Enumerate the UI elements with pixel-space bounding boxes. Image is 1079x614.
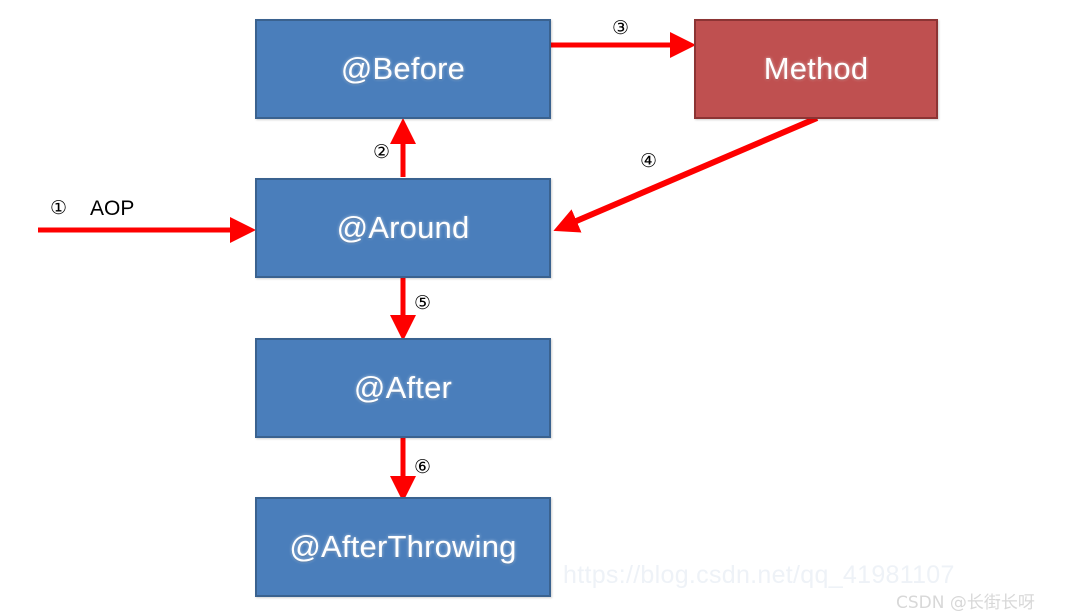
node-after[interactable]: @After bbox=[255, 338, 551, 438]
entry-label-aop: AOP bbox=[90, 197, 135, 220]
node-around-label: @Around bbox=[336, 210, 470, 245]
node-method[interactable]: Method bbox=[694, 19, 938, 119]
node-after-throwing[interactable]: @AfterThrowing bbox=[255, 497, 551, 597]
watermark-url: https://blog.csdn.net/qq_41981107 bbox=[563, 561, 955, 589]
edge-4-method-to-around bbox=[553, 115, 819, 233]
step-marker-2: ② bbox=[373, 141, 391, 163]
node-before-label: @Before bbox=[340, 51, 466, 86]
step-marker-5: ⑤ bbox=[414, 292, 432, 314]
node-after-throwing-label: @AfterThrowing bbox=[289, 529, 517, 564]
node-method-label: Method bbox=[763, 51, 869, 86]
node-around[interactable]: @Around bbox=[255, 178, 551, 278]
step-marker-4: ④ bbox=[640, 150, 658, 172]
node-before[interactable]: @Before bbox=[255, 19, 551, 119]
node-after-label: @After bbox=[353, 370, 453, 405]
step-marker-3: ③ bbox=[612, 17, 630, 39]
step-marker-1: ① bbox=[50, 197, 68, 219]
diagram-canvas: @Before Method @Around @After @AfterThro… bbox=[0, 0, 1079, 614]
step-marker-6: ⑥ bbox=[414, 456, 432, 478]
watermark-credit: CSDN @长街长呀 bbox=[896, 593, 1035, 613]
